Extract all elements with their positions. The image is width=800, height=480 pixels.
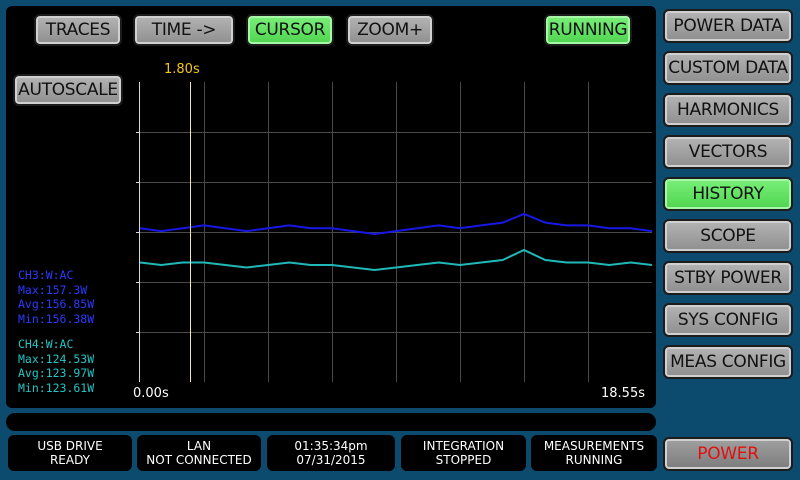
stby-power-button[interactable]: STBY POWER bbox=[663, 261, 793, 295]
clock-date: 07/31/2015 bbox=[296, 453, 366, 467]
ch4-avg: Avg:123.97W bbox=[18, 366, 95, 380]
autoscale-button[interactable]: AUTOSCALE bbox=[13, 74, 123, 106]
trace-ch3-w-ac bbox=[140, 212, 652, 236]
traces-svg bbox=[140, 212, 652, 272]
history-button[interactable]: HISTORY bbox=[663, 177, 793, 211]
ch3-stats: CH3:W:AC Max:157.3W Avg:156.85W Min:156.… bbox=[18, 268, 94, 326]
cursor-time-label: 1.80s bbox=[164, 62, 200, 77]
vectors-button[interactable]: VECTORS bbox=[663, 135, 793, 169]
lan-status[interactable]: LAN NOT CONNECTED bbox=[137, 435, 261, 471]
ch4-max: Max:124.53W bbox=[18, 351, 95, 366]
time-button[interactable]: TIME -> bbox=[133, 14, 235, 46]
harmonics-button[interactable]: HARMONICS bbox=[663, 93, 793, 127]
measurements-status-line1: MEASUREMENTS bbox=[543, 439, 645, 453]
x-axis-end-label: 18.55s bbox=[601, 386, 645, 401]
ch4-min: Min:123.61W bbox=[18, 380, 95, 395]
x-axis-start-label: 0.00s bbox=[133, 386, 169, 401]
trace-ch4-w-ac bbox=[140, 248, 652, 272]
power-button[interactable]: POWER bbox=[663, 437, 793, 471]
meas-config-button[interactable]: MEAS CONFIG bbox=[663, 345, 793, 379]
traces-button[interactable]: TRACES bbox=[34, 14, 122, 46]
cursor-button[interactable]: CURSOR bbox=[246, 14, 334, 46]
lan-status-line2: NOT CONNECTED bbox=[146, 453, 252, 467]
ch4-stats: CH4:W:AC Max:124.53W Avg:123.97W Min:123… bbox=[18, 337, 94, 395]
usb-status-line1: USB DRIVE bbox=[37, 439, 103, 453]
cursor-line[interactable] bbox=[189, 82, 191, 382]
ch3-title: CH3:W:AC bbox=[18, 268, 74, 282]
message-bar bbox=[6, 413, 656, 431]
plot-panel: TRACES TIME -> CURSOR ZOOM+ RUNNING AUTO… bbox=[6, 6, 656, 408]
running-button[interactable]: RUNNING bbox=[544, 14, 632, 46]
power-data-button[interactable]: POWER DATA bbox=[663, 9, 793, 43]
ch3-avg: Avg:156.85W bbox=[18, 297, 95, 311]
sys-config-button[interactable]: SYS CONFIG bbox=[663, 303, 793, 337]
usb-status-line2: READY bbox=[49, 453, 91, 467]
usb-status[interactable]: USB DRIVE READY bbox=[8, 435, 132, 471]
custom-data-button[interactable]: CUSTOM DATA bbox=[663, 51, 793, 85]
clock-time: 01:35:34pm bbox=[294, 439, 368, 453]
lan-status-line1: LAN bbox=[186, 439, 212, 453]
ch3-min: Min:156.38W bbox=[18, 311, 95, 326]
zoom-in-button[interactable]: ZOOM+ bbox=[346, 14, 434, 46]
integration-status[interactable]: INTEGRATION STOPPED bbox=[401, 435, 526, 471]
measurements-status-line2: RUNNING bbox=[565, 453, 623, 467]
history-plot[interactable] bbox=[136, 82, 652, 382]
ch4-title: CH4:W:AC bbox=[18, 337, 74, 351]
integration-status-line2: STOPPED bbox=[435, 453, 492, 467]
ch3-max: Max:157.3W bbox=[18, 282, 88, 297]
clock-status[interactable]: 01:35:34pm 07/31/2015 bbox=[267, 435, 395, 471]
integration-status-line1: INTEGRATION bbox=[422, 439, 505, 453]
scope-button[interactable]: SCOPE bbox=[663, 219, 793, 253]
measurements-status[interactable]: MEASUREMENTS RUNNING bbox=[531, 435, 657, 471]
